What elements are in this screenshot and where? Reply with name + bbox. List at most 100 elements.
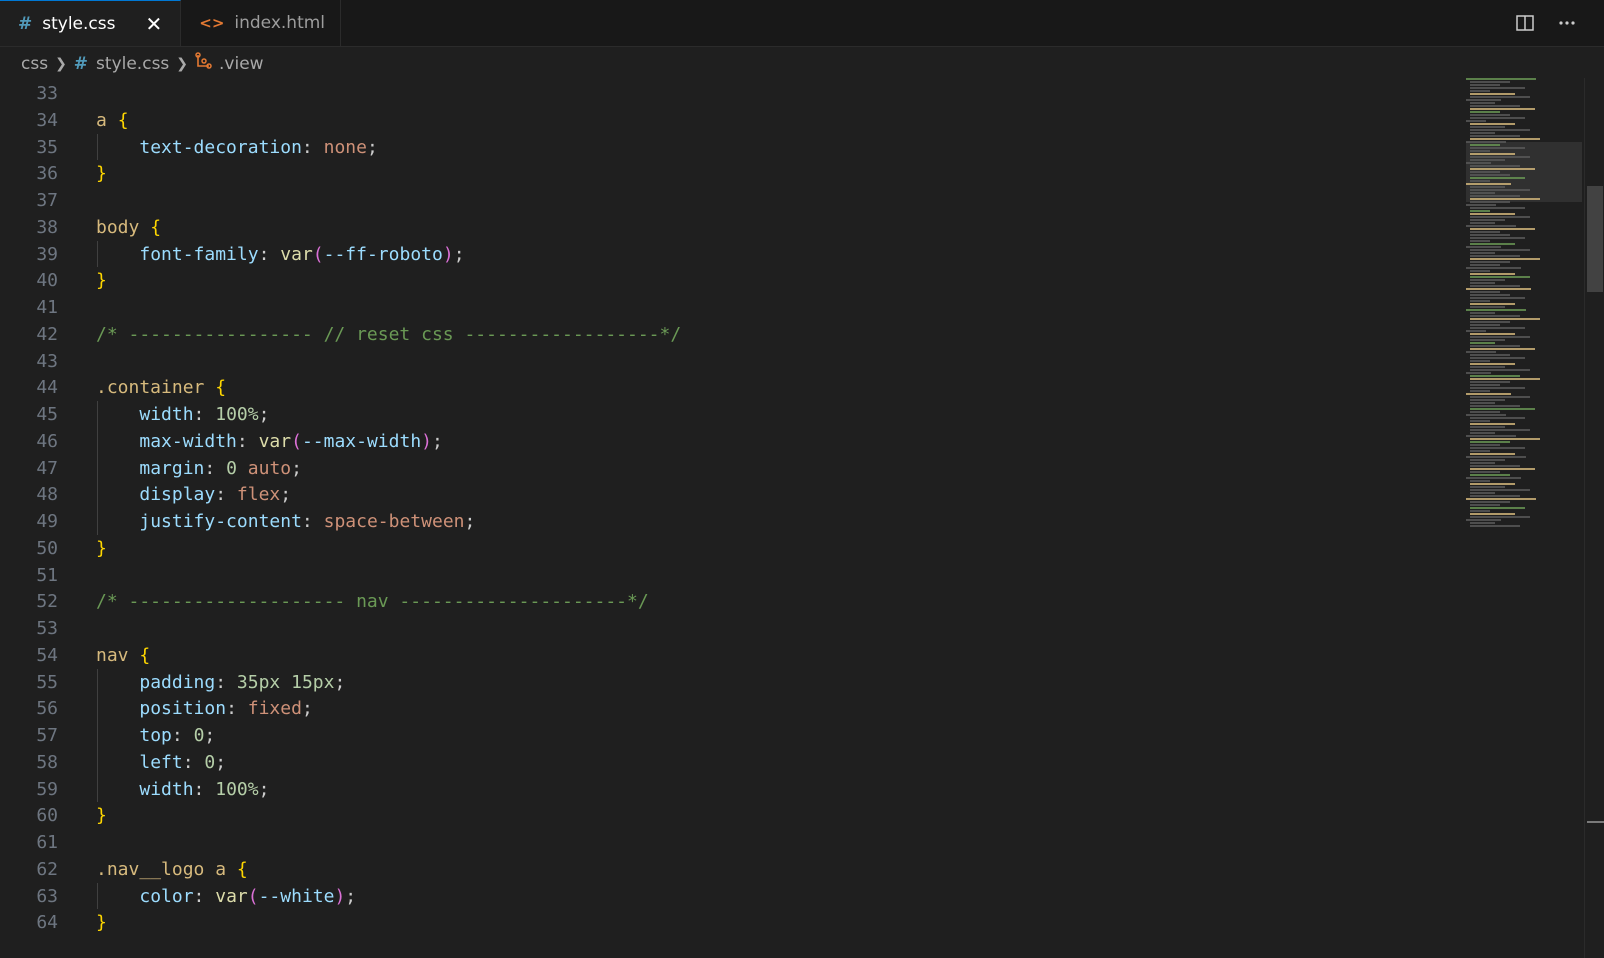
minimap-line [1470,354,1510,356]
code-line[interactable]: 57 top: 0; [0,722,1460,749]
code-line[interactable]: 56 position: fixed; [0,695,1460,722]
code-text: padding: 35px 15px; [139,671,346,693]
breadcrumb-symbol[interactable]: .view [195,52,264,75]
breadcrumb-file-label: style.css [96,53,170,74]
more-actions-icon[interactable] [1556,12,1578,34]
minimap-line [1470,303,1515,305]
code-line[interactable]: 33 [0,80,1460,107]
scrollbar-marker [1587,821,1604,823]
code-line[interactable]: 62 .nav__logo a { [0,856,1460,883]
code-text: } [96,912,107,934]
minimap-line [1470,429,1530,431]
minimap-line [1470,474,1510,476]
minimap-line [1470,144,1500,146]
minimap-line [1466,120,1486,122]
code-line[interactable]: 43 [0,348,1460,375]
minimap-line [1470,132,1495,134]
code-line[interactable]: 44 .container { [0,374,1460,401]
css-file-icon: # [18,13,33,34]
minimap-line [1470,465,1520,467]
code-line[interactable]: 59 width: 100%; [0,776,1460,803]
code-line[interactable]: 37 [0,187,1460,214]
minimap-line [1470,396,1530,398]
minimap[interactable] [1466,78,1582,958]
code-line[interactable]: 46 max-width: var(--max-width); [0,428,1460,455]
line-number: 54 [36,644,58,666]
minimap-line [1470,333,1515,335]
tab-style-css[interactable]: # style.css ✕ [0,0,182,46]
code-line[interactable]: 50} [0,535,1460,562]
line-number: 41 [36,297,58,318]
code-line[interactable]: 52 /* -------------------- nav ----------… [0,588,1460,615]
code-line[interactable]: 63 color: var(--white); [0,883,1460,910]
minimap-line [1470,423,1515,425]
vertical-scrollbar[interactable] [1584,78,1604,958]
code-line[interactable]: 40} [0,267,1460,294]
code-line[interactable]: 53 [0,615,1460,642]
code-text: } [96,805,107,827]
code-text: .container { [96,377,227,399]
breadcrumb-file[interactable]: # style.css [74,54,169,74]
tab-index-html[interactable]: <> index.html [181,0,342,46]
minimap-line [1470,417,1525,419]
minimap-line [1470,285,1520,287]
line-number: 35 [36,136,58,158]
minimap-line [1470,255,1520,257]
code-line[interactable]: 34 a { [0,107,1460,134]
code-text: nav { [96,644,151,666]
minimap-line [1470,249,1530,251]
code-line[interactable]: 64} [0,909,1460,936]
minimap-line [1470,282,1495,284]
code-line[interactable]: 54 nav { [0,642,1460,669]
close-icon[interactable]: ✕ [145,12,162,36]
minimap-line [1470,186,1505,188]
minimap-line [1470,327,1525,329]
minimap-line [1470,123,1515,125]
code-line[interactable]: 39 font-family: var(--ff-roboto); [0,241,1460,268]
code-line[interactable]: 47 margin: 0 auto; [0,455,1460,482]
tab-label: style.css [42,13,116,34]
tab-label: index.html [234,13,326,33]
minimap-line [1470,198,1540,200]
minimap-line [1470,381,1510,383]
css-selector-icon [195,52,213,75]
line-number: 47 [36,457,58,479]
line-number: 48 [36,484,58,506]
code-editor[interactable]: 33 34 a {35 text-decoration: none; 36} 37 38 b… [0,80,1604,958]
code-line[interactable]: 51 [0,562,1460,589]
minimap-line [1470,306,1505,308]
minimap-line [1470,399,1505,401]
line-number: 64 [36,912,58,934]
code-line[interactable]: 49 justify-content: space-between; [0,508,1460,535]
code-line[interactable]: 60} [0,802,1460,829]
code-line[interactable]: 58 left: 0; [0,749,1460,776]
code-line[interactable]: 48 display: flex; [0,481,1460,508]
scrollbar-thumb[interactable] [1587,186,1603,292]
minimap-line [1470,339,1505,341]
code-line[interactable]: 61 [0,829,1460,856]
minimap-line [1470,402,1495,404]
minimap-line [1470,366,1505,368]
code-line[interactable]: 45 width: 100%; [0,401,1460,428]
breadcrumb-folder[interactable]: css [21,54,48,74]
minimap-line [1470,135,1520,137]
code-text: /* -------------------- nav ------------… [96,591,649,613]
minimap-line [1470,114,1510,116]
code-line[interactable]: 36} [0,160,1460,187]
code-line[interactable]: 38 body { [0,214,1460,241]
code-line[interactable]: 35 text-decoration: none; [0,134,1460,161]
line-number: 49 [36,511,58,532]
line-number: 40 [36,270,58,292]
minimap-line [1466,78,1536,80]
line-number: 62 [36,858,58,880]
split-editor-icon[interactable] [1514,12,1536,34]
minimap-line [1466,498,1536,500]
minimap-line [1466,351,1496,353]
code-line[interactable]: 41 [0,294,1460,321]
line-number: 55 [36,671,58,693]
code-line[interactable]: 42 /* ----------------- // reset css ----… [0,321,1460,348]
indent-guide [97,133,98,161]
code-line[interactable]: 55 padding: 35px 15px; [0,669,1460,696]
line-number: 61 [36,832,58,853]
code-text: display: flex; [139,484,292,506]
